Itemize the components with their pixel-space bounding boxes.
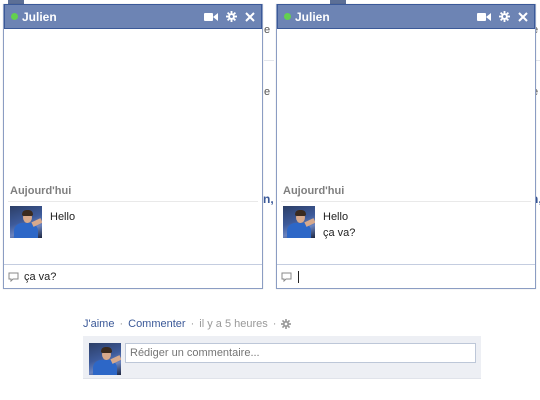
- message-group: Hello ça va?: [283, 206, 355, 241]
- background-text-fragment: e: [264, 86, 271, 98]
- chat-window: Julien Aujourd'hui Hello ça va?: [276, 4, 536, 289]
- chat-message: ça va?: [323, 227, 356, 239]
- comment-link[interactable]: Commenter: [128, 318, 185, 330]
- chat-message-input[interactable]: ça va?: [4, 264, 262, 288]
- chat-input-text[interactable]: ça va?: [24, 271, 56, 283]
- comment-composer: [83, 336, 481, 379]
- comment-input[interactable]: [125, 343, 476, 363]
- message-group: Hello: [10, 206, 75, 238]
- chat-header[interactable]: Julien: [277, 4, 535, 29]
- gear-icon[interactable]: [281, 319, 292, 329]
- avatar[interactable]: [10, 206, 42, 238]
- close-icon[interactable]: [245, 11, 255, 22]
- chat-conversation: Aujourd'hui Hello: [4, 29, 262, 265]
- background-link-fragment: n,: [263, 192, 274, 206]
- video-call-icon[interactable]: [204, 12, 218, 22]
- day-separator-line: [8, 201, 258, 202]
- chat-contact-name[interactable]: Julien: [22, 10, 196, 24]
- background-text-fragment: e: [264, 24, 271, 36]
- chat-message: Hello: [323, 211, 349, 223]
- speech-bubble-icon: [281, 272, 292, 282]
- chat-conversation: Aujourd'hui Hello ça va?: [277, 29, 535, 265]
- post-actions: J'aime · Commenter · il y a 5 heures ·: [83, 318, 292, 330]
- chat-window: Julien Aujourd'hui Hello ça va?: [3, 4, 263, 289]
- gear-icon[interactable]: [499, 11, 510, 22]
- avatar[interactable]: [283, 206, 315, 238]
- text-cursor: [298, 270, 299, 283]
- day-separator-label: Aujourd'hui: [283, 185, 345, 197]
- separator: ·: [272, 318, 277, 330]
- like-link[interactable]: J'aime: [83, 318, 114, 330]
- speech-bubble-icon: [8, 272, 19, 282]
- chat-message-input[interactable]: [277, 264, 535, 288]
- avatar[interactable]: [89, 343, 121, 375]
- day-separator-line: [281, 201, 531, 202]
- chat-message: Hello: [50, 211, 76, 223]
- post-timestamp[interactable]: il y a 5 heures: [199, 318, 267, 330]
- chat-header[interactable]: Julien: [4, 4, 262, 29]
- close-icon[interactable]: [518, 11, 528, 22]
- video-call-icon[interactable]: [477, 12, 491, 22]
- chat-contact-name[interactable]: Julien: [295, 10, 469, 24]
- background-divider: [264, 60, 274, 61]
- online-status-icon: [284, 13, 291, 20]
- online-status-icon: [11, 13, 18, 20]
- day-separator-label: Aujourd'hui: [10, 185, 72, 197]
- gear-icon[interactable]: [226, 11, 237, 22]
- separator: ·: [119, 318, 124, 330]
- separator: ·: [190, 318, 195, 330]
